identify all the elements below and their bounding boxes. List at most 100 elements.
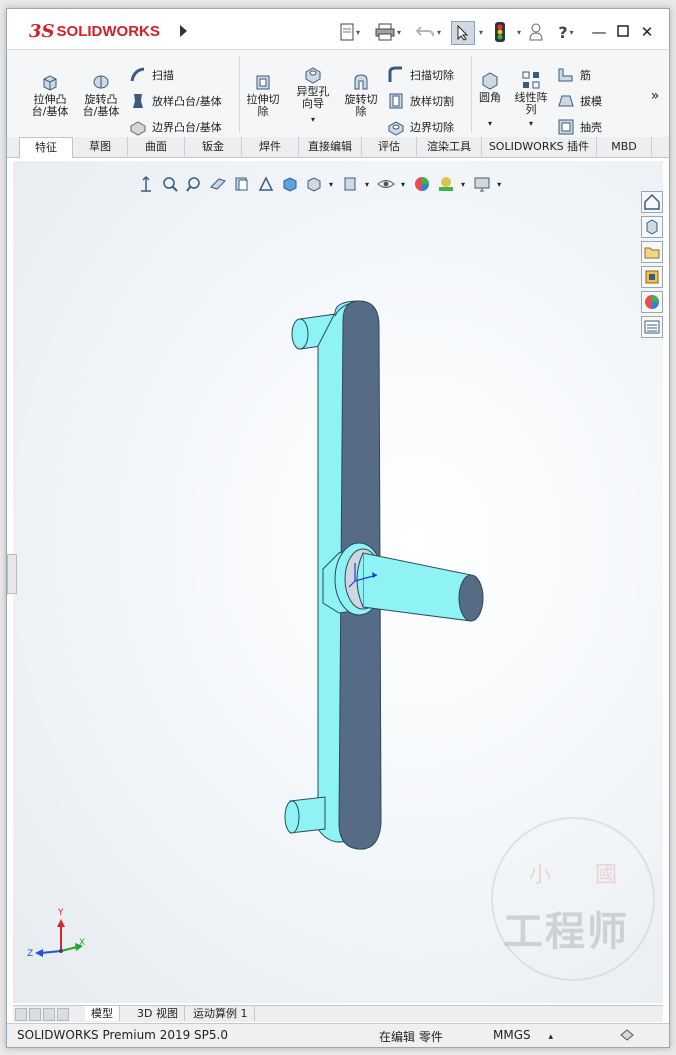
watermark-seal: 小 國 工程师 xyxy=(491,817,655,981)
tab-model[interactable]: 模型 xyxy=(85,1006,120,1021)
rebuild-button[interactable] xyxy=(491,21,509,43)
boundary-cut-button[interactable]: 边界切除 xyxy=(387,118,454,136)
help-button[interactable]: ? ▾ xyxy=(551,21,581,43)
revolve-cut-button[interactable]: 旋转切 除 xyxy=(341,72,381,118)
tab-surfaces[interactable]: 曲面 xyxy=(128,137,185,156)
revolve-cut-label: 旋转切 除 xyxy=(344,93,378,118)
solidworks-logo[interactable]: 3S SOLIDWORKS xyxy=(29,21,160,42)
triad-z-label: Z xyxy=(27,949,33,959)
extrude-cut-label: 拉伸切 除 xyxy=(246,93,280,118)
watermark-main-text: 工程师 xyxy=(503,908,629,955)
tab-solidworks-addins-label: SOLIDWORKS 插件 xyxy=(488,140,590,153)
linear-pattern-button[interactable]: 线性阵 列 ▾ xyxy=(509,70,553,130)
rib-button[interactable]: 筋 xyxy=(557,66,591,84)
product-version-text: SOLIDWORKS Premium 2019 SP5.0 xyxy=(17,1028,228,1042)
extrude-cut-button[interactable]: 拉伸切 除 xyxy=(243,72,283,118)
traffic-light-icon xyxy=(495,22,505,42)
draft-icon xyxy=(558,95,574,107)
lofted-cut-button[interactable]: 放样切割 xyxy=(387,92,454,110)
shell-icon xyxy=(558,119,574,135)
next-tab-arrow-icon[interactable] xyxy=(43,1008,55,1021)
edit-mode-text: 在编辑 零件 xyxy=(379,1030,443,1044)
sweep-icon xyxy=(130,67,145,82)
swept-cut-button[interactable]: 扫描切除 xyxy=(387,66,454,84)
loft-label: 放样凸台/基体 xyxy=(152,95,222,108)
tab-render-tools[interactable]: 渲染工具 xyxy=(417,137,482,156)
tab-sketch[interactable]: 草图 xyxy=(73,137,128,156)
watermark-right-char: 國 xyxy=(594,863,617,888)
tab-motion-study[interactable]: 运动算例 1 xyxy=(187,1006,255,1021)
sweep-button[interactable]: 扫描 xyxy=(129,66,174,84)
tab-mbd-label: MBD xyxy=(611,140,637,153)
new-file-button[interactable]: ▾ xyxy=(337,21,363,43)
rib-icon xyxy=(558,68,573,82)
tab-features-label: 特征 xyxy=(35,141,57,154)
maximize-button[interactable] xyxy=(611,21,635,43)
first-tab-arrow-icon[interactable] xyxy=(15,1008,27,1021)
minimize-button[interactable]: — xyxy=(587,21,611,43)
close-button[interactable]: ✕ xyxy=(635,21,659,43)
customize-status-icon[interactable] xyxy=(619,1027,635,1044)
hole-wizard-icon xyxy=(305,67,321,84)
chevron-down-icon: ▾ xyxy=(436,27,441,37)
tab-features[interactable]: 特征 xyxy=(19,137,73,158)
tab-3d-views-label: 3D 视图 xyxy=(137,1007,178,1020)
boundary-boss-button[interactable]: 边界凸台/基体 xyxy=(129,118,222,136)
shell-button[interactable]: 抽壳 xyxy=(557,118,602,136)
unit-system-text: MMGS xyxy=(493,1028,531,1042)
undo-button[interactable]: ▾ xyxy=(411,21,445,43)
triad-x-label: X xyxy=(79,938,85,948)
chevron-up-icon: ▴ xyxy=(548,1032,553,1042)
fillet-button[interactable]: 圆角 ▾ xyxy=(473,70,507,130)
ribbon-more-button[interactable]: » xyxy=(647,89,663,103)
last-tab-arrow-icon[interactable] xyxy=(57,1008,69,1021)
tab-evaluate[interactable]: 评估 xyxy=(362,137,417,156)
tab-evaluate-label: 评估 xyxy=(378,140,400,153)
rib-label: 筋 xyxy=(580,69,591,82)
reference-triad: Y Z X xyxy=(27,908,85,959)
feature-manager-collapse-handle[interactable] xyxy=(7,554,17,594)
bottom-peg xyxy=(284,796,326,834)
sweep-label: 扫描 xyxy=(152,69,174,82)
chevron-down-icon: ▾ xyxy=(396,27,401,37)
select-dropdown[interactable]: ▾ xyxy=(475,21,485,43)
chevron-down-icon: ▾ xyxy=(478,27,483,37)
prev-tab-arrow-icon[interactable] xyxy=(29,1008,41,1021)
ribbon-separator xyxy=(239,56,240,132)
select-button[interactable] xyxy=(451,21,475,45)
maximize-icon xyxy=(617,25,629,37)
extrude-boss-icon xyxy=(43,75,57,91)
draft-button[interactable]: 拔模 xyxy=(557,92,602,110)
graphics-area[interactable]: ▾ ▾ ▾ ▾ ▾ Y Z X 小 國 工程师 xyxy=(13,161,663,1003)
help-question-icon: ? xyxy=(558,22,568,42)
revolve-boss-button[interactable]: 旋转凸 台/基体 xyxy=(79,72,123,118)
tab-solidworks-addins[interactable]: SOLIDWORKS 插件 xyxy=(482,137,597,156)
logo-text: SOLIDWORKS xyxy=(56,23,160,40)
print-button[interactable]: ▾ xyxy=(371,21,405,43)
swept-cut-icon xyxy=(388,66,402,82)
hole-wizard-button[interactable]: 异型孔 向导 ▾ xyxy=(291,64,335,126)
tab-weldments[interactable]: 焊件 xyxy=(242,137,299,156)
shell-label: 抽壳 xyxy=(580,121,602,134)
tab-3d-views[interactable]: 3D 视图 xyxy=(131,1006,185,1021)
command-manager-tabs: 特征 草图 曲面 钣金 焊件 直接编辑 评估 渲染工具 SOLIDWORKS 插… xyxy=(7,137,669,158)
loft-button[interactable]: 放样凸台/基体 xyxy=(129,92,222,110)
rebuild-dropdown[interactable]: ▾ xyxy=(513,21,523,43)
chevron-down-icon: ▾ xyxy=(528,119,533,128)
user-button[interactable] xyxy=(527,21,545,43)
fillet-label: 圆角 xyxy=(479,91,501,104)
ribbon-separator xyxy=(471,56,472,132)
tab-sheet-metal[interactable]: 钣金 xyxy=(185,137,242,156)
menu-expand-icon[interactable] xyxy=(180,25,187,37)
boundary-boss-label: 边界凸台/基体 xyxy=(152,121,222,134)
extrude-boss-button[interactable]: 拉伸凸 台/基体 xyxy=(27,72,73,118)
boundary-cut-icon xyxy=(388,121,404,136)
unit-system-button[interactable]: MMGS ▴ xyxy=(493,1028,553,1042)
tab-mbd[interactable]: MBD xyxy=(597,137,652,156)
revolve-cut-icon xyxy=(354,74,368,90)
lofted-cut-label: 放样切割 xyxy=(410,95,454,108)
boundary-boss-icon xyxy=(130,121,146,136)
tab-direct-editing[interactable]: 直接编辑 xyxy=(299,137,362,156)
lofted-cut-icon xyxy=(389,93,403,109)
solidworks-window: 3S SOLIDWORKS ▾ ▾ ▾ ▾ ▾ ? ▾ — ✕ 拉伸凸 台/基体… xyxy=(6,8,670,1048)
